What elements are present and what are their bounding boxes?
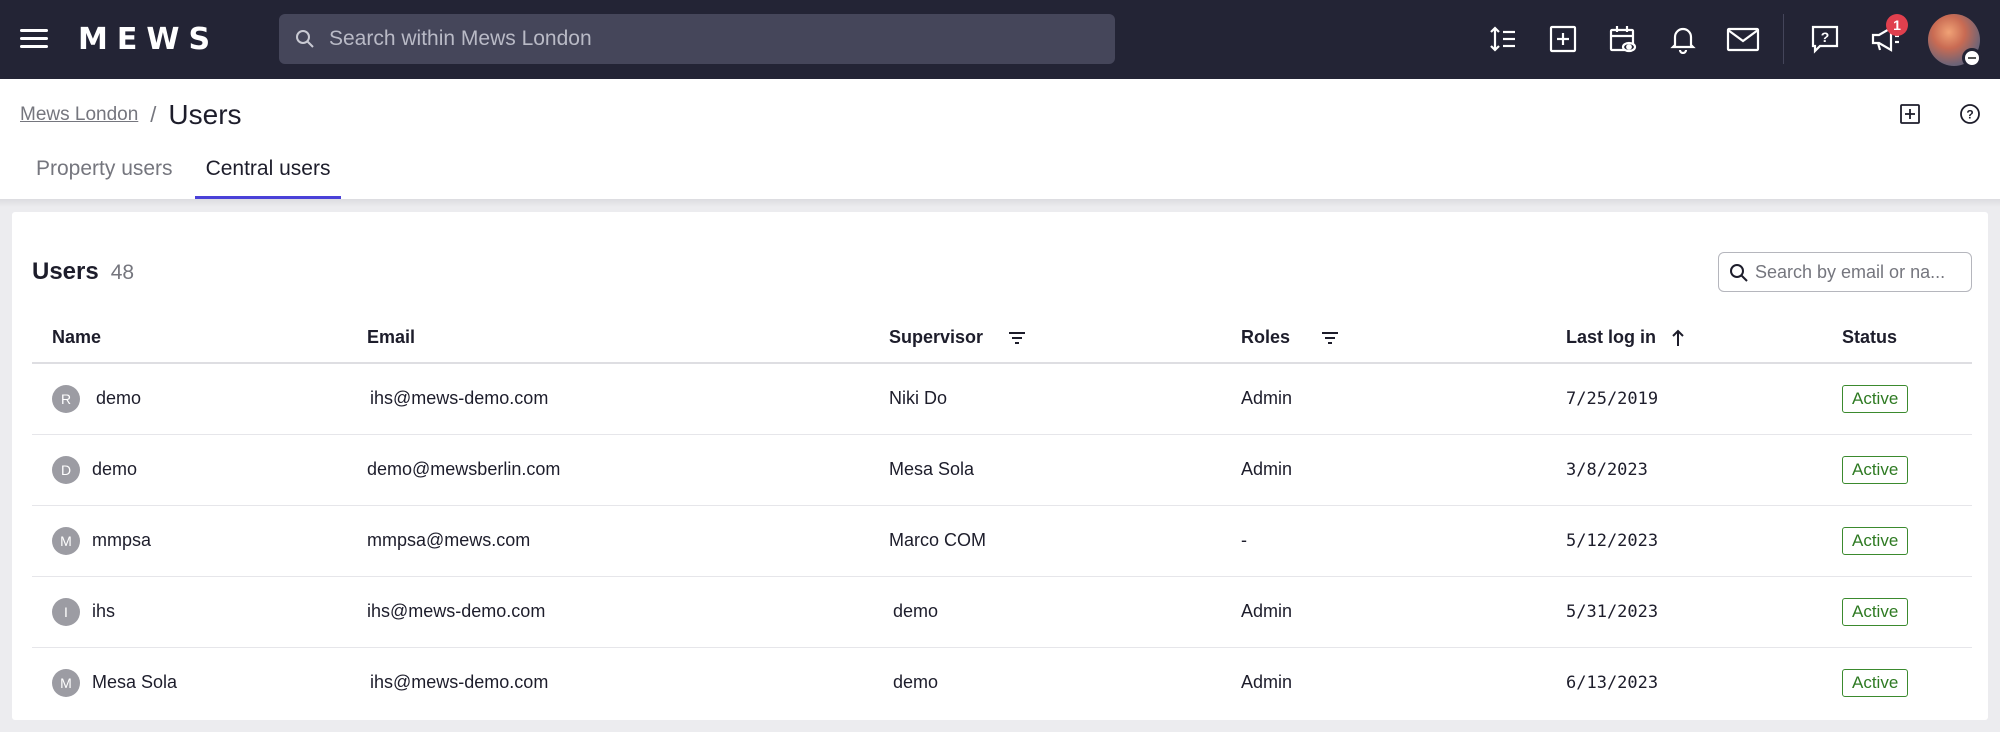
users-table: Name Email Supervisor Roles Last log in … (32, 313, 1972, 718)
page-title: Users (168, 99, 242, 130)
presence-status-icon (1962, 48, 1982, 68)
user-email: ihs@mews-demo.com (370, 672, 549, 693)
breadcrumb: Mews London / Users (20, 99, 242, 131)
header-shadow (0, 199, 2000, 207)
user-last-login: 7/25/2019 (1566, 389, 1659, 410)
calendar-view-icon[interactable] (1604, 20, 1642, 58)
add-box-icon[interactable] (1895, 99, 1925, 129)
global-search-input[interactable] (329, 14, 1115, 64)
svg-text:?: ? (1821, 29, 1830, 45)
user-roles: Admin (1241, 459, 1293, 479)
page-header: Mews London / Users ? Property users Cen… (0, 79, 2000, 199)
bell-icon[interactable] (1664, 20, 1702, 58)
column-header-email[interactable]: Email (367, 313, 889, 364)
user-initial-avatar: R (52, 384, 80, 413)
filter-icon[interactable] (1320, 330, 1340, 346)
column-label: Status (1842, 327, 1898, 347)
table-row[interactable]: Ddemo demo@mewsberlin.com Mesa Sola Admi… (32, 434, 1972, 506)
users-title: Users (32, 258, 99, 285)
user-supervisor: Mesa Sola (889, 459, 975, 479)
user-last-login: 6/13/2023 (1566, 673, 1659, 694)
filter-icon[interactable] (1007, 330, 1027, 346)
table-header-row: Name Email Supervisor Roles Last log in … (32, 313, 1972, 364)
user-supervisor: demo (893, 672, 939, 693)
column-label: Email (367, 327, 416, 347)
column-label: Roles (1241, 327, 1291, 347)
user-roles: Admin (1241, 601, 1293, 621)
user-last-login: 3/8/2023 (1566, 460, 1648, 480)
global-search[interactable] (279, 14, 1115, 64)
table-row[interactable]: Iihs ihs@mews-demo.com demo Admin 5/31/2… (32, 576, 1972, 648)
mews-logo[interactable]: MEWS (78, 20, 219, 58)
user-name: ihs (92, 601, 116, 621)
column-header-supervisor[interactable]: Supervisor (889, 313, 1241, 364)
breadcrumb-parent-link[interactable]: Mews London (20, 104, 138, 126)
user-roles: Admin (1241, 388, 1293, 409)
search-icon (296, 30, 314, 48)
column-header-roles[interactable]: Roles (1241, 313, 1566, 364)
users-count: 48 (110, 261, 135, 284)
user-email: ihs@mews-demo.com (367, 601, 546, 621)
search-icon (1730, 264, 1748, 282)
column-header-last-login[interactable]: Last log in (1566, 313, 1842, 364)
user-name: mmpsa (92, 530, 152, 550)
tab-bar: Property users Central users (0, 139, 342, 199)
megaphone-icon[interactable]: 1 (1866, 14, 1908, 58)
users-card-title: Users 48 (32, 258, 134, 286)
help-circle-icon[interactable]: ? (1955, 99, 1985, 129)
column-label: Supervisor (889, 327, 984, 347)
mail-icon[interactable] (1724, 20, 1762, 58)
svg-text:?: ? (1966, 108, 1973, 122)
sort-ascending-icon[interactable] (1670, 328, 1686, 348)
column-header-name[interactable]: Name (32, 313, 367, 364)
user-email: ihs@mews-demo.com (370, 388, 549, 409)
menu-icon[interactable] (20, 27, 50, 51)
help-chat-icon[interactable]: ? (1806, 20, 1844, 58)
user-initial-avatar: I (52, 597, 80, 626)
status-badge: Active (1842, 455, 1909, 484)
table-row[interactable]: Mmmpsa mmpsa@mews.com Marco COM - 5/12/2… (32, 505, 1972, 577)
status-badge: Active (1842, 597, 1909, 626)
user-initial-avatar: M (52, 668, 80, 697)
user-name: demo (92, 459, 138, 479)
user-supervisor: Niki Do (889, 388, 948, 409)
user-name: demo (96, 388, 142, 409)
column-header-status[interactable]: Status (1842, 313, 1972, 364)
users-card: Users 48 Name Email Supervisor (12, 212, 1988, 720)
line-height-icon[interactable] (1484, 20, 1522, 58)
breadcrumb-separator: / (150, 102, 157, 127)
top-navigation-bar: MEWS ? (0, 0, 2000, 79)
user-last-login: 5/12/2023 (1566, 531, 1659, 551)
toolbar-divider (1783, 14, 1784, 64)
user-email: mmpsa@mews.com (367, 530, 531, 550)
table-row[interactable]: Rdemo ihs@mews-demo.com Niki Do Admin 7/… (32, 363, 1972, 435)
add-box-icon[interactable] (1544, 20, 1582, 58)
status-badge: Active (1842, 668, 1909, 697)
column-label: Last log in (1566, 327, 1656, 347)
tab-central-users[interactable]: Central users (194, 139, 342, 199)
user-email: demo@mewsberlin.com (367, 459, 561, 479)
user-supervisor: Marco COM (889, 530, 987, 550)
user-search-input[interactable] (1755, 261, 1971, 283)
status-badge: Active (1842, 384, 1909, 413)
user-search[interactable] (1718, 252, 1972, 292)
user-roles: Admin (1241, 672, 1293, 693)
status-badge: Active (1842, 526, 1909, 555)
column-label: Name (52, 327, 102, 347)
tab-property-users[interactable]: Property users (25, 139, 184, 199)
table-row[interactable]: M Mesa Sola ihs@mews-demo.com demo Admin … (32, 647, 1972, 718)
user-roles: - (1241, 530, 1247, 550)
user-initial-avatar: D (52, 455, 80, 484)
user-initial-avatar: M (52, 526, 80, 555)
user-supervisor: demo (893, 601, 939, 621)
user-last-login: 5/31/2023 (1566, 602, 1659, 622)
notification-badge: 1 (1886, 14, 1908, 36)
user-avatar[interactable] (1928, 14, 1982, 68)
user-name: Mesa Sola (92, 672, 178, 693)
